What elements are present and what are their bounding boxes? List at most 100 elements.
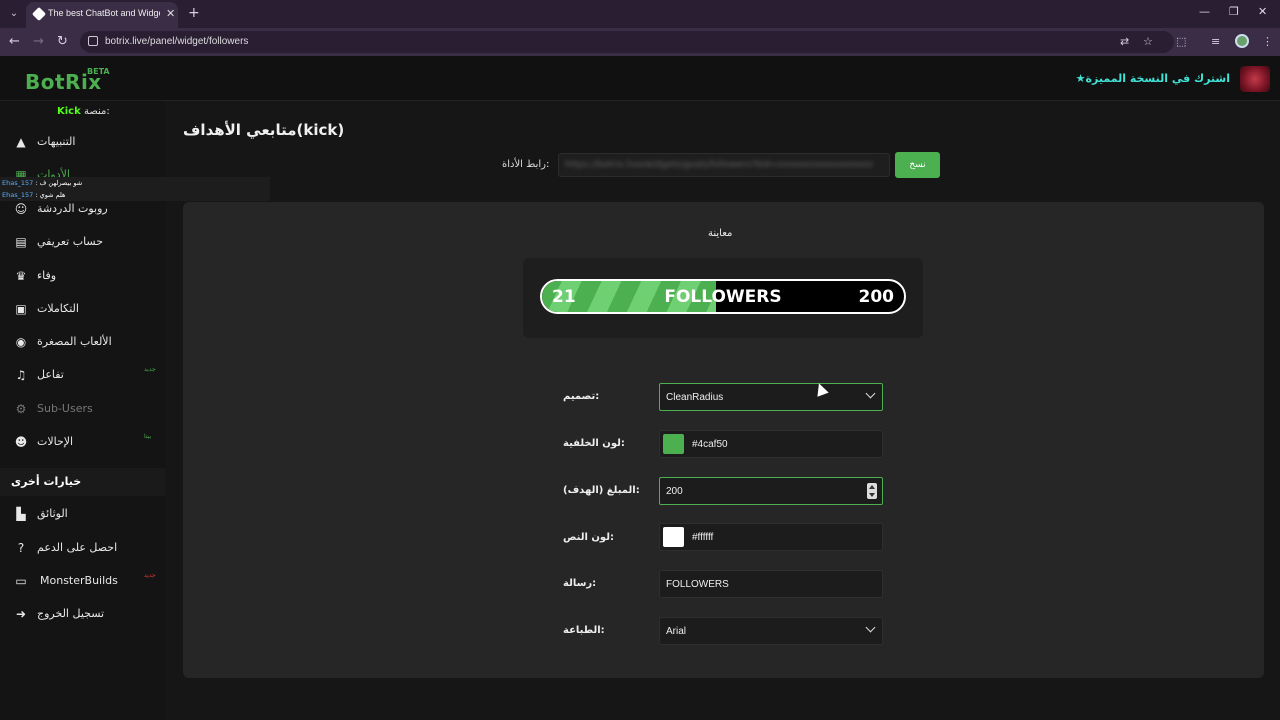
sidebar-item-label: تسجيل الخروج — [37, 607, 105, 620]
laptop-icon: ▭ — [15, 574, 27, 588]
sidebar-item-support[interactable]: ? احصل على الدعم — [14, 539, 154, 559]
sidebar-item-label: MonsterBuilds — [40, 574, 118, 587]
sidebar-item-alerts[interactable]: ▲ التنبيهات — [14, 133, 154, 153]
star-icon: ★ — [1075, 72, 1086, 85]
browser-tab[interactable]: The best ChatBot and Widgets ✕ — [26, 2, 178, 28]
sidebar-item-label: الوثائق — [37, 507, 68, 520]
url-text[interactable]: botrix.live/panel/widget/followers — [105, 36, 248, 47]
goal-target: 200 — [858, 287, 895, 307]
section-title: خيارات أخرى — [11, 475, 82, 488]
sidebar-item-label: روبوت الدردشة — [37, 202, 108, 215]
maximize-icon[interactable]: ❐ — [1229, 5, 1239, 18]
number-stepper-icon[interactable] — [867, 483, 877, 499]
goal-amount-input[interactable]: 200 — [659, 477, 883, 505]
close-window-icon[interactable]: ✕ — [1258, 5, 1267, 18]
close-tab-icon[interactable]: ✕ — [166, 7, 175, 20]
sidebar-item-integrations[interactable]: ▣ التكاملات — [14, 300, 154, 320]
text-color-swatch[interactable] — [663, 527, 684, 547]
sidebar-item-label: Sub-Users — [37, 402, 93, 415]
premium-link[interactable]: اشترك في النسخة المميزة★ — [1076, 72, 1230, 85]
trophy-icon: ♛ — [15, 269, 27, 283]
bookmark-star-icon[interactable]: ☆ — [1143, 35, 1153, 48]
omnibox[interactable]: botrix.live/panel/widget/followers — [80, 31, 1174, 53]
other-options-heading: خيارات أخرى — [0, 468, 165, 496]
bg-color-label: لون الخلفية: — [563, 438, 625, 449]
sidebar-item-sub-users[interactable]: ⚙ Sub-Users — [14, 400, 154, 420]
chevron-down-icon — [865, 388, 876, 399]
platform-indicator: Kick منصة: — [57, 106, 110, 117]
tab-title: The best ChatBot and Widgets — [48, 8, 160, 18]
design-label: تصميم: — [563, 391, 600, 402]
widget-link-input[interactable]: https://botrix.live/widgets/goals/follow… — [558, 153, 890, 177]
bg-color-field[interactable]: #4caf50 — [659, 430, 883, 458]
design-value: CleanRadius — [666, 392, 724, 403]
media-icon[interactable]: ≡ — [1211, 35, 1220, 48]
widget-link-value: https://botrix.live/widgets/goals/follow… — [565, 160, 873, 170]
new-badge: جديد — [144, 366, 156, 373]
reload-icon[interactable]: ↻ — [57, 34, 68, 49]
sidebar-item-docs[interactable]: ▙ الوثائق — [14, 505, 154, 525]
text-color-label: لون النص: — [563, 532, 614, 543]
text-color-field[interactable]: #ffffff — [659, 523, 883, 551]
extensions-icon[interactable]: ⬚ — [1176, 35, 1186, 48]
sidebar-item-profile[interactable]: ▤ حساب تعريفي — [14, 233, 154, 253]
user-avatar[interactable] — [1240, 66, 1270, 92]
sidebar-item-label: تفاعل — [37, 368, 64, 381]
menu-kebab-icon[interactable]: ⋮ — [1262, 35, 1273, 48]
sidebar-item-referrals[interactable]: ☻ الإحالات بيتا — [14, 433, 154, 453]
logout-icon: ➜ — [15, 607, 27, 621]
page-title: متابعي الأهداف(kick) — [183, 121, 345, 139]
design-select[interactable]: CleanRadius — [659, 383, 883, 411]
chat-username: Ehas_157 — [2, 179, 34, 187]
font-select[interactable]: Arial — [659, 617, 883, 645]
translate-icon[interactable]: ⇄ — [1120, 35, 1129, 48]
sidebar-item-interaction[interactable]: ♫ تفاعل جديد — [14, 366, 156, 386]
message-label: رسالة: — [563, 578, 597, 589]
forward-icon[interactable]: → — [33, 34, 44, 49]
platform-label: منصة: — [83, 106, 110, 117]
new-badge: جديد — [144, 572, 156, 579]
music-icon: ♫ — [15, 368, 27, 382]
warning-icon: ▲ — [16, 135, 26, 149]
chat-line: Ehas_157 : هلم شوي — [2, 191, 65, 199]
bg-color-value: #4caf50 — [692, 439, 728, 450]
font-value: Arial — [666, 626, 687, 637]
new-tab-icon[interactable]: + — [188, 5, 200, 21]
widget-link-label: رابط الأداة: — [502, 159, 550, 170]
chat-username: Ehas_157 — [2, 191, 34, 199]
chat-overlay: Ehas_157 : شو بيصرلهن ف Ehas_157 : هلم ش… — [0, 177, 270, 201]
beta-badge: BETA — [87, 67, 110, 76]
sidebar-item-minigames[interactable]: ◉ الألعاب المصغرة — [14, 333, 154, 353]
sidebar-item-chatbot[interactable]: ☺ روبوت الدردشة — [14, 200, 154, 220]
preview-title: معاينة — [708, 228, 733, 239]
users-cog-icon: ⚙ — [15, 402, 27, 416]
message-input[interactable]: FOLLOWERS — [659, 570, 883, 598]
bg-color-swatch[interactable] — [663, 434, 684, 454]
chat-message: : هلم شوي — [35, 191, 66, 199]
robot-icon: ☺ — [14, 202, 28, 216]
profile-avatar-icon[interactable] — [1235, 34, 1249, 48]
sidebar-item-monsterbuilds[interactable]: ▭ MonsterBuilds جديد — [14, 572, 156, 592]
sidebar-item-label: حساب تعريفي — [37, 235, 104, 248]
app-header: BotRix BETA اشترك في النسخة المميزة★ — [0, 56, 1280, 101]
referrals-icon: ☻ — [14, 435, 28, 449]
message-value: FOLLOWERS — [666, 579, 729, 590]
sidebar-item-label: الألعاب المصغرة — [37, 335, 112, 348]
sidebar-item-logout[interactable]: ➜ تسجيل الخروج — [14, 605, 154, 625]
favicon-icon — [31, 6, 47, 22]
chevron-down-icon — [865, 622, 876, 633]
premium-label: اشترك في النسخة المميزة — [1085, 72, 1230, 85]
sidebar-item-loyalty[interactable]: ♛ وفاء — [14, 267, 154, 287]
minimize-icon[interactable]: — — [1199, 5, 1210, 18]
tab-search-icon[interactable]: ⌄ — [6, 6, 22, 22]
id-card-icon: ▤ — [15, 235, 27, 249]
back-icon[interactable]: ← — [9, 34, 20, 49]
copy-button[interactable]: نسخ — [895, 152, 940, 178]
gamepad-icon: ◉ — [15, 335, 27, 349]
docs-icon: ▙ — [16, 507, 26, 521]
beta-badge: بيتا — [144, 433, 152, 440]
site-info-icon[interactable] — [88, 36, 98, 46]
chat-message: : شو بيصرلهن ف — [35, 179, 83, 187]
integrations-icon: ▣ — [15, 302, 27, 316]
goal-amount-value: 200 — [666, 486, 683, 497]
